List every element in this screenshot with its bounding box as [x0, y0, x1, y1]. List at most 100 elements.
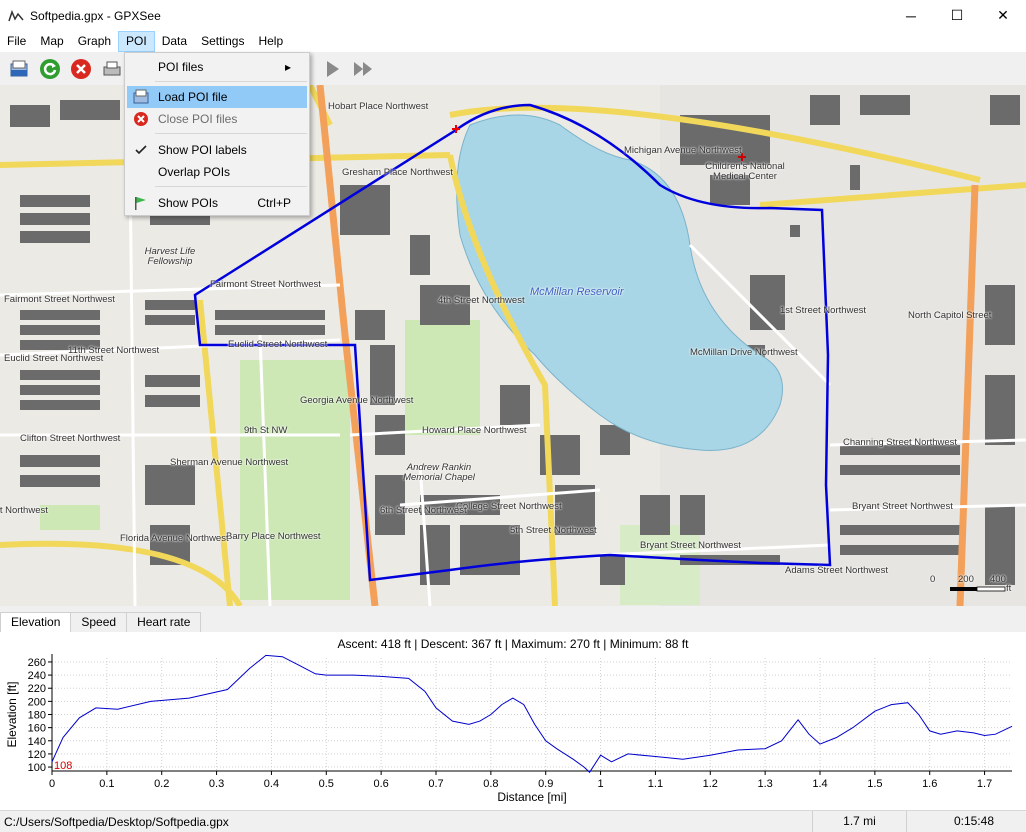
- y-tick-label: 260: [28, 657, 46, 669]
- menu-graph[interactable]: Graph: [71, 31, 118, 52]
- reload-icon: [40, 58, 60, 79]
- menu-help[interactable]: Help: [251, 31, 290, 52]
- show-pois-label: Show POIs: [158, 196, 219, 210]
- open-file-button[interactable]: [5, 55, 33, 83]
- menu-separator: [155, 133, 307, 134]
- tab-heart-rate[interactable]: Heart rate: [126, 612, 202, 632]
- map-label-thirteenth: 13th Street Northwest: [0, 505, 48, 516]
- menu-load-poi-file[interactable]: Load POI file: [127, 86, 307, 108]
- title-bar: Softpedia.gpx - GPXSee ─ ☐ ✕: [0, 0, 1026, 31]
- show-pois-shortcut: Ctrl+P: [257, 196, 291, 210]
- x-tick-label: 1.6: [922, 778, 937, 790]
- x-axis-label: Distance [mi]: [497, 790, 566, 804]
- checkmark-icon: [127, 143, 155, 157]
- elevation-chart: 100120140160180 200220240260 0 0.1 0.2 0.3 0.4…: [5, 654, 1013, 804]
- map-label-hospital: Children's National Medical Center: [705, 161, 785, 182]
- map-label-north-capitol: North Capitol Street: [908, 310, 992, 321]
- map-label-rankin: Andrew Rankin Memorial Chapel: [403, 462, 475, 483]
- fast-forward-button[interactable]: [349, 55, 377, 83]
- y-tick-label: 240: [28, 670, 46, 682]
- load-poi-file-label: Load POI file: [158, 90, 228, 104]
- close-file-button[interactable]: [67, 55, 95, 83]
- x-tick-label: 0.5: [319, 778, 334, 790]
- map-label-gresham: Gresham Place Northwest: [342, 167, 453, 178]
- poi-menu: POI files ▸ Load POI file Close POI file…: [124, 52, 310, 216]
- menu-settings[interactable]: Settings: [194, 31, 251, 52]
- close-window-button[interactable]: ✕: [980, 0, 1026, 31]
- y-tick-label: 120: [28, 749, 46, 761]
- menu-close-poi-files[interactable]: Close POI files: [127, 108, 307, 130]
- maximize-button[interactable]: ☐: [934, 0, 980, 31]
- x-tick-label: 0.6: [373, 778, 388, 790]
- map-label-hobart: Hobart Place Northwest: [328, 101, 429, 112]
- menu-map[interactable]: Map: [33, 31, 70, 52]
- reload-button[interactable]: [36, 55, 64, 83]
- menu-bar: File Map Graph POI Data Settings Help: [0, 31, 1026, 52]
- tab-speed[interactable]: Speed: [70, 612, 128, 632]
- map-label-first: 1st Street Northwest: [780, 305, 867, 316]
- status-bar: C:/Users/Softpedia/Desktop/Softpedia.gpx…: [0, 810, 1026, 832]
- scale-label-400: 400: [990, 574, 1006, 585]
- map-label-fairmont-2: Fairmont Street Northwest: [210, 279, 321, 290]
- map-label-florida: Florida Avenue Northwest: [120, 533, 229, 544]
- map-label-channing: Channing Street Northwest: [843, 437, 958, 448]
- map-label-reservoir: McMillan Reservoir: [530, 286, 624, 298]
- x-tick-label: 1.7: [977, 778, 992, 790]
- map-label-sherman: Sherman Avenue Northwest: [170, 457, 289, 468]
- menu-poi[interactable]: POI: [118, 31, 155, 52]
- menu-file[interactable]: File: [0, 31, 33, 52]
- x-tick-label: 1.1: [648, 778, 663, 790]
- x-tick-label: 1.5: [867, 778, 882, 790]
- x-tick-label: 1: [598, 778, 604, 790]
- map-label-bryant: Bryant Street Northwest: [640, 540, 741, 551]
- x-tick-label: 0.9: [538, 778, 553, 790]
- y-tick-label: 220: [28, 683, 46, 695]
- scale-label-0: 0: [930, 574, 936, 585]
- overlap-pois-label: Overlap POIs: [158, 165, 231, 179]
- x-tick-label: 0: [49, 778, 55, 790]
- x-tick-label: 0.7: [428, 778, 443, 790]
- map-label-sixth: 6th Street Northwest: [380, 505, 467, 516]
- open-icon: [10, 60, 28, 76]
- elevation-graph[interactable]: Ascent: 418 ft | Descent: 367 ft | Maxim…: [0, 632, 1026, 810]
- scale-unit: ft: [1006, 583, 1012, 594]
- minimize-button[interactable]: ─: [888, 0, 934, 31]
- print-button[interactable]: [98, 55, 126, 83]
- menu-show-poi-labels[interactable]: Show POI labels: [127, 139, 307, 161]
- menu-overlap-pois[interactable]: Overlap POIs: [127, 161, 307, 183]
- x-tick-label: 0.8: [483, 778, 498, 790]
- y-tick-label: 200: [28, 696, 46, 708]
- menu-data[interactable]: Data: [155, 31, 194, 52]
- play-icon: [327, 60, 339, 77]
- y-tick-label: 160: [28, 723, 46, 735]
- flag-icon: [135, 197, 146, 210]
- y-axis-label: Elevation [ft]: [5, 681, 19, 747]
- map-label-fairmont: Fairmont Street Northwest: [4, 294, 115, 305]
- map-label-fourth: 4th Street Northwest: [438, 295, 525, 306]
- map-label-bryant-2: Bryant Street Northwest: [852, 501, 953, 512]
- tab-elevation[interactable]: Elevation: [0, 612, 72, 633]
- poi-files-label: POI files: [158, 60, 204, 74]
- app-icon: [8, 9, 24, 21]
- file-path: C:/Users/Softpedia/Desktop/Softpedia.gpx: [4, 815, 229, 829]
- open-icon: [133, 89, 149, 104]
- menu-separator: [155, 81, 307, 82]
- menu-show-pois[interactable]: Show POIs Ctrl+P: [127, 192, 307, 214]
- map-label-euclid-2: Euclid Street Northwest: [228, 339, 328, 350]
- x-tick-label: 0.3: [209, 778, 224, 790]
- map-label-eleventh: 11th Street Northwest: [68, 345, 160, 356]
- graph-tabs: Elevation Speed Heart rate: [0, 612, 202, 633]
- menu-poi-files[interactable]: POI files ▸: [127, 56, 307, 78]
- x-tick-label: 1.2: [703, 778, 718, 790]
- map-label-mcmillan-drive: McMillan Drive Northwest: [690, 347, 798, 358]
- x-tick-label: 1.4: [812, 778, 827, 790]
- y-tick-label: 100: [28, 762, 46, 774]
- play-button[interactable]: [318, 55, 346, 83]
- x-tick-label: 1.3: [757, 778, 772, 790]
- submenu-arrow-icon: ▸: [284, 60, 291, 74]
- x-tick-label: 0.4: [264, 778, 279, 790]
- y-tick-label: 180: [28, 710, 46, 722]
- show-poi-labels-label: Show POI labels: [158, 143, 247, 157]
- map-label-fifth: 5th Street Northwest: [510, 525, 597, 536]
- map-label-georgia: Georgia Avenue Northwest: [300, 395, 414, 406]
